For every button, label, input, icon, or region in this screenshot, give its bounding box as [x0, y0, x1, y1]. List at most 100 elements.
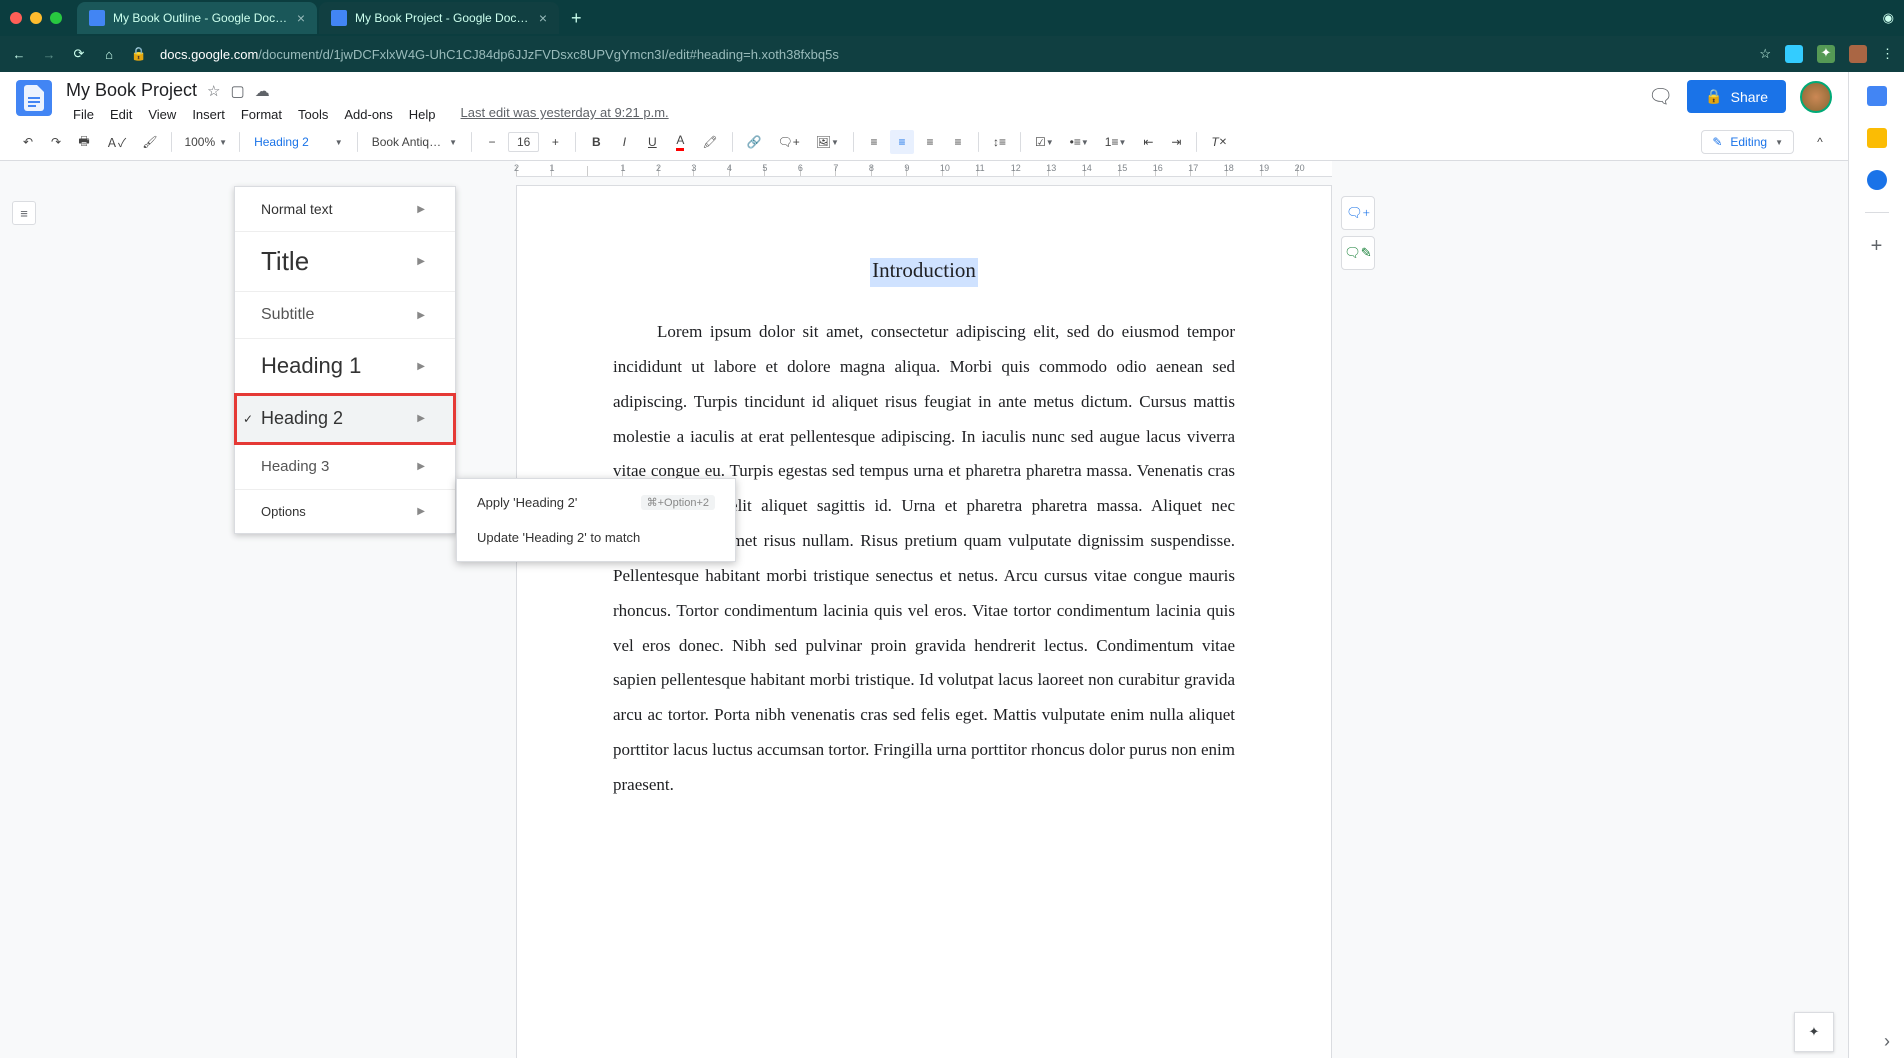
window-maximize[interactable] [50, 12, 62, 24]
lock-icon: 🔒 [1705, 88, 1722, 105]
tab-close-icon[interactable]: × [539, 10, 547, 26]
align-right-icon[interactable]: ≡ [918, 130, 942, 154]
checklist-icon[interactable]: ☑▼ [1029, 130, 1060, 154]
indent-decrease-icon[interactable]: ⇤ [1136, 130, 1160, 154]
bold-icon[interactable]: B [584, 130, 608, 154]
zoom-selector[interactable]: 100%▼ [180, 133, 231, 151]
menu-dots-icon[interactable]: ⋮ [1881, 46, 1894, 62]
extensions-puzzle-icon[interactable]: ✦ [1817, 45, 1835, 63]
nav-reload-icon[interactable]: ⟳ [70, 46, 88, 62]
indent-increase-icon[interactable]: ⇥ [1164, 130, 1188, 154]
separator [978, 132, 979, 152]
nav-back-icon[interactable]: ← [10, 47, 28, 62]
menu-file[interactable]: File [66, 105, 101, 124]
menu-help[interactable]: Help [402, 105, 443, 124]
move-icon[interactable]: ▢ [231, 82, 245, 100]
undo-icon[interactable]: ↶ [16, 130, 40, 154]
add-comment-icon[interactable]: 🗨+ [772, 130, 806, 154]
font-size-increase[interactable]: + [543, 130, 567, 154]
url-display[interactable]: docs.google.com/document/d/1jwDCFxlxW4G-… [160, 47, 1747, 62]
lock-icon: 🔒 [130, 46, 148, 62]
calendar-app-icon[interactable] [1867, 86, 1887, 106]
paragraph-style-selector[interactable]: Heading 2▼ [248, 133, 349, 151]
menu-tools[interactable]: Tools [291, 105, 335, 124]
comment-history-icon[interactable]: 🗨 [1648, 84, 1673, 109]
menu-edit[interactable]: Edit [103, 105, 139, 124]
new-tab-button[interactable]: + [571, 8, 582, 29]
share-button[interactable]: 🔒 Share [1687, 80, 1786, 113]
underline-icon[interactable]: U [640, 130, 664, 154]
tab-title: My Book Project - Google Doc… [355, 11, 528, 25]
style-option-heading-1[interactable]: Heading 1▶ [235, 339, 455, 394]
style-option-heading-3[interactable]: Heading 3▶ [235, 444, 455, 490]
browser-tab-outline[interactable]: My Book Outline - Google Doc… × [77, 2, 317, 34]
style-option-normal-text[interactable]: Normal text▶ [235, 187, 455, 232]
cloud-status-icon[interactable]: ☁ [255, 82, 270, 100]
menu-format[interactable]: Format [234, 105, 289, 124]
separator [1865, 212, 1889, 213]
horizontal-ruler[interactable]: 211234567891011121314151617181920 [0, 161, 1848, 181]
clear-formatting-icon[interactable]: T✕ [1205, 130, 1233, 154]
style-option-heading-2[interactable]: ✓ Heading 2▶ [235, 394, 455, 444]
line-spacing-icon[interactable]: ↕≡ [987, 130, 1012, 154]
add-comment-bubble-icon[interactable]: 🗨+ [1341, 196, 1375, 230]
italic-icon[interactable]: I [612, 130, 636, 154]
insert-image-icon[interactable]: 🖼▼ [810, 130, 845, 154]
bulleted-list-icon[interactable]: •≡▼ [1064, 130, 1095, 154]
separator [1196, 132, 1197, 152]
submenu-update-heading-2[interactable]: Update 'Heading 2' to match [457, 520, 735, 555]
font-selector[interactable]: Book Antiq…▼ [366, 133, 463, 151]
add-addon-icon[interactable]: + [1871, 235, 1883, 258]
paint-format-icon[interactable]: 🖌 [136, 130, 163, 154]
side-panel-expand-icon[interactable]: › [1884, 1031, 1890, 1052]
document-heading[interactable]: Introduction [870, 258, 978, 287]
redo-icon[interactable]: ↷ [44, 130, 68, 154]
chevron-right-icon: ▶ [417, 506, 425, 517]
collapse-toolbar-icon[interactable]: ^ [1808, 130, 1832, 154]
docs-logo-icon[interactable] [16, 80, 52, 116]
star-icon[interactable]: ☆ [207, 82, 220, 100]
style-option-title[interactable]: Title▶ [235, 232, 455, 292]
style-option-options[interactable]: Options▶ [235, 490, 455, 533]
separator [239, 132, 240, 152]
align-center-icon[interactable]: ≡ [890, 130, 914, 154]
last-edit-link[interactable]: Last edit was yesterday at 9:21 p.m. [461, 105, 669, 124]
tab-close-icon[interactable]: × [297, 10, 305, 26]
text-color-icon[interactable]: A [668, 130, 692, 154]
docs-favicon-icon [89, 10, 105, 26]
align-left-icon[interactable]: ≡ [862, 130, 886, 154]
bookmark-star-icon[interactable]: ☆ [1759, 46, 1771, 62]
font-size-input[interactable]: 16 [508, 132, 539, 152]
style-option-subtitle[interactable]: Subtitle▶ [235, 292, 455, 339]
nav-home-icon[interactable]: ⌂ [100, 47, 118, 62]
menu-view[interactable]: View [141, 105, 183, 124]
spellcheck-icon[interactable]: Ａ✓ [100, 130, 132, 154]
browser-tab-project[interactable]: My Book Project - Google Doc… × [319, 2, 559, 34]
submenu-apply-heading-2[interactable]: Apply 'Heading 2' ⌘+Option+2 [457, 485, 735, 520]
explore-button[interactable]: ✦ [1794, 1012, 1834, 1052]
account-avatar[interactable] [1800, 81, 1832, 113]
separator [853, 132, 854, 152]
window-minimize[interactable] [30, 12, 42, 24]
keep-app-icon[interactable] [1867, 128, 1887, 148]
window-close[interactable] [10, 12, 22, 24]
extension-icon[interactable] [1785, 45, 1803, 63]
tasks-app-icon[interactable] [1867, 170, 1887, 190]
profile-icon[interactable]: ◉ [1883, 10, 1894, 26]
menu-addons[interactable]: Add-ons [337, 105, 399, 124]
editing-mode-selector[interactable]: ✎ Editing ▼ [1701, 130, 1794, 154]
suggest-edit-bubble-icon[interactable]: 🗨✎ [1341, 236, 1375, 270]
tab-title: My Book Outline - Google Doc… [113, 11, 287, 25]
profile-avatar-icon[interactable] [1849, 45, 1867, 63]
numbered-list-icon[interactable]: 1≡▼ [1099, 130, 1133, 154]
nav-forward-icon[interactable]: → [40, 47, 58, 62]
document-page[interactable]: 🗨+ 🗨✎ Introduction Lorem ipsum dolor sit… [516, 185, 1332, 1058]
document-title[interactable]: My Book Project [66, 80, 197, 101]
font-size-decrease[interactable]: − [480, 130, 504, 154]
align-justify-icon[interactable]: ≡ [946, 130, 970, 154]
print-icon[interactable]: 🖶 [72, 130, 96, 154]
menu-insert[interactable]: Insert [185, 105, 232, 124]
highlight-color-icon[interactable]: 🖍 [696, 130, 723, 154]
insert-link-icon[interactable]: 🔗 [741, 130, 768, 154]
outline-toggle-icon[interactable]: ≡ [12, 201, 36, 225]
